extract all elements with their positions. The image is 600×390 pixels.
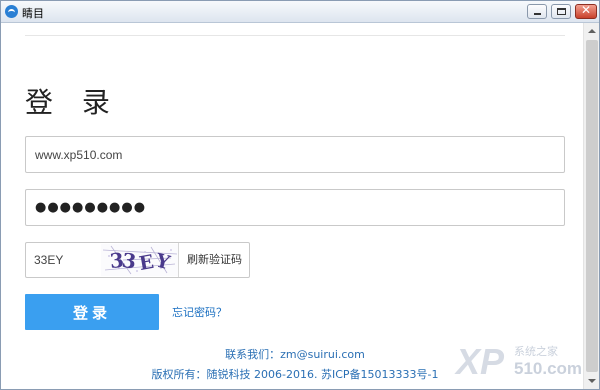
title-bar[interactable]: 睛目 ✕ <box>1 1 599 23</box>
app-logo-icon <box>5 5 18 18</box>
close-button[interactable]: ✕ <box>575 3 597 19</box>
scroll-down-arrow-icon[interactable] <box>584 373 600 389</box>
window-title: 睛目 <box>22 7 44 20</box>
top-divider <box>25 35 565 36</box>
captcha-input[interactable] <box>26 243 101 277</box>
minimize-icon <box>534 13 541 15</box>
copyright-notice: 版权所有：随锐科技 2006-2016. 苏ICP备15013333号-1 <box>151 368 439 381</box>
scroll-up-arrow-icon[interactable] <box>584 23 600 39</box>
minimize-button[interactable] <box>527 4 547 19</box>
close-icon: ✕ <box>580 3 592 17</box>
app-window: 睛目 ✕ 登 录 3 3 <box>0 0 600 390</box>
captcha-group: 3 3 E Y 刷新验证码 <box>25 242 250 278</box>
scrollbar-thumb[interactable] <box>586 40 598 372</box>
login-button[interactable]: 登录 <box>25 294 159 330</box>
vertical-scrollbar[interactable] <box>583 23 599 389</box>
password-input[interactable] <box>25 189 565 226</box>
forgot-password-link[interactable]: 忘记密码？ <box>172 304 227 320</box>
username-input[interactable] <box>25 136 565 173</box>
maximize-icon <box>557 8 566 15</box>
captcha-image[interactable]: 3 3 E Y <box>101 244 179 276</box>
contact-info: 联系我们：zm@suirui.com <box>225 348 365 361</box>
refresh-captcha-link[interactable]: 刷新验证码 <box>178 243 250 277</box>
maximize-button[interactable] <box>551 4 571 19</box>
login-heading: 登 录 <box>25 86 120 119</box>
